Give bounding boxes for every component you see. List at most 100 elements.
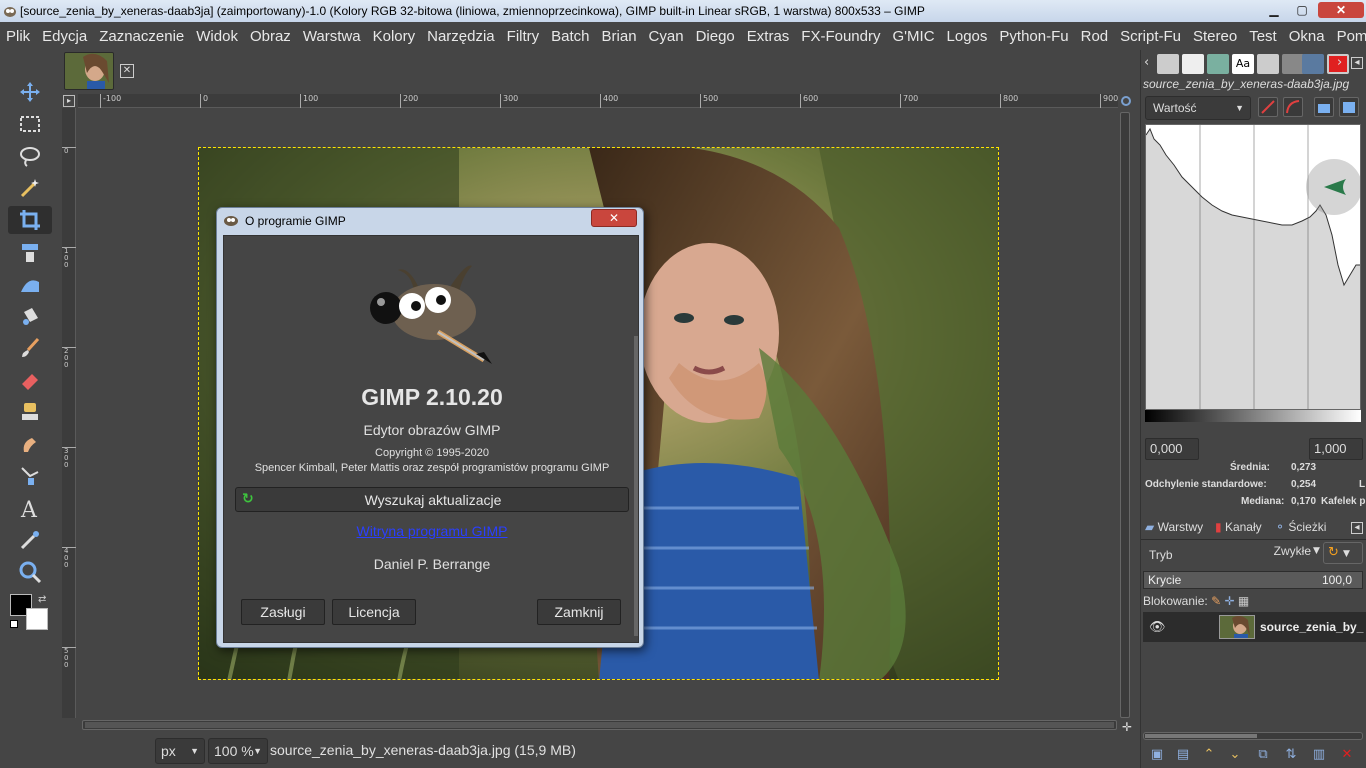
new-layer-icon[interactable]: ▣	[1147, 747, 1167, 765]
lock-pixels-icon[interactable]: ✎	[1211, 594, 1221, 608]
tool-options-tab-icon[interactable]	[1157, 54, 1179, 74]
eraser-tool-icon[interactable]	[8, 366, 52, 394]
close-button[interactable]: Zamknij	[537, 599, 621, 625]
histogram-channel-select[interactable]: Wartość ▼	[1145, 96, 1251, 120]
fuzzy-select-tool-icon[interactable]	[8, 174, 52, 202]
menu-obraz[interactable]: Obraz	[244, 28, 297, 45]
delete-layer-icon[interactable]: ✕	[1337, 747, 1357, 765]
linear-view-icon[interactable]	[1314, 97, 1334, 117]
horizontal-scrollbar[interactable]	[82, 720, 1117, 730]
raise-layer-icon[interactable]: ⌃	[1199, 747, 1219, 765]
menu-python-fu[interactable]: Python-Fu	[993, 28, 1074, 45]
chevron-down-icon[interactable]: ▼	[1313, 546, 1320, 556]
quick-mask-toggle-icon[interactable]: ▸	[63, 95, 75, 107]
menu-batch[interactable]: Batch	[545, 28, 595, 45]
check-updates-button[interactable]: ↻ Wyszukaj aktualizacje	[235, 487, 629, 512]
log-histogram-icon[interactable]	[1283, 97, 1303, 117]
menu-fx-foundry[interactable]: FX-Foundry	[795, 28, 886, 45]
images-tab-icon[interactable]	[1257, 54, 1279, 74]
composite-mode-icon[interactable]: ↻ ▼	[1323, 542, 1363, 564]
menu-kolory[interactable]: Kolory	[367, 28, 422, 45]
background-color-swatch[interactable]	[26, 608, 48, 630]
menu-script-fu[interactable]: Script-Fu	[1114, 28, 1187, 45]
menu-pomoc[interactable]: Pomoc	[1331, 28, 1366, 45]
license-button[interactable]: Licencja	[332, 599, 416, 625]
patterns-tab-icon[interactable]	[1282, 54, 1304, 74]
menu-brian[interactable]: Brian	[596, 28, 643, 45]
paintbrush-tool-icon[interactable]	[8, 334, 52, 362]
menu-diego[interactable]: Diego	[690, 28, 741, 45]
navigation-cross-icon[interactable]: ✛	[1122, 720, 1132, 734]
chevron-left-icon[interactable]: ‹	[1144, 55, 1149, 70]
add-mask-icon[interactable]: ▥	[1309, 747, 1329, 765]
menu-plik[interactable]: Plik	[0, 28, 36, 45]
maximize-button[interactable]: ▢	[1290, 2, 1314, 18]
reset-colors-icon[interactable]	[10, 620, 18, 628]
layers-scrollbar-thumb[interactable]	[1145, 734, 1257, 738]
website-link[interactable]: Witryna programu GIMP	[224, 523, 640, 539]
menu-narzedzia[interactable]: Narzędzia	[421, 28, 501, 45]
menu-rod[interactable]: Rod	[1075, 28, 1115, 45]
histogram-min-input[interactable]: 0,000	[1145, 438, 1199, 460]
unified-transform-tool-icon[interactable]	[8, 238, 52, 266]
menu-zaznaczenie[interactable]: Zaznaczenie	[93, 28, 190, 45]
device-status-tab-icon[interactable]	[1182, 54, 1204, 74]
menu-filtry[interactable]: Filtry	[501, 28, 546, 45]
menu-okna[interactable]: Okna	[1283, 28, 1331, 45]
rect-select-tool-icon[interactable]	[8, 110, 52, 138]
vertical-scrollbar[interactable]	[1120, 112, 1130, 718]
layers-menu-icon[interactable]: ◂	[1351, 522, 1363, 534]
smudge-tool-icon[interactable]	[8, 430, 52, 458]
duplicate-layer-icon[interactable]: ⧉	[1253, 747, 1273, 765]
layer-name[interactable]: source_zenia_by_	[1260, 620, 1363, 634]
swap-colors-icon[interactable]: ⇄	[38, 594, 46, 605]
vertical-ruler[interactable]: 0 1 0 0 2 0 0 3 0 0 4 0 0 5 0 0	[62, 108, 76, 718]
menu-test[interactable]: Test	[1243, 28, 1283, 45]
histogram-tab-icon[interactable]	[1302, 54, 1324, 74]
credits-button[interactable]: Zasługi	[241, 599, 325, 625]
warp-transform-tool-icon[interactable]	[8, 270, 52, 298]
horizontal-scrollbar-thumb[interactable]	[85, 722, 1114, 728]
layer-mode-select[interactable]: Zwykłe	[1251, 544, 1311, 558]
zoom-tool-icon[interactable]	[8, 558, 52, 586]
tab-channels[interactable]: ▮ Kanały	[1215, 520, 1262, 534]
close-window-button[interactable]: ✕	[1318, 2, 1364, 18]
linear-histogram-icon[interactable]	[1258, 97, 1278, 117]
move-tool-icon[interactable]	[8, 78, 52, 106]
menu-extras[interactable]: Extras	[741, 28, 796, 45]
visibility-eye-icon[interactable]: 👁	[1149, 620, 1166, 635]
minimize-button[interactable]: ▁	[1262, 2, 1286, 18]
menu-gmic[interactable]: G'MIC	[887, 28, 941, 45]
histogram-range-gradient[interactable]	[1145, 410, 1361, 422]
color-picker-tool-icon[interactable]	[8, 526, 52, 554]
opacity-slider[interactable]: Krycie 100,0	[1143, 571, 1363, 589]
tab-layers[interactable]: ▰ Warstwy	[1145, 520, 1203, 534]
tab-paths[interactable]: ⚬ Ścieżki	[1275, 520, 1326, 534]
free-select-tool-icon[interactable]	[8, 142, 52, 170]
horizontal-ruler[interactable]: -100 0 100 200 300 400 500 600 700 800 9…	[78, 94, 1118, 108]
new-layer-group-icon[interactable]: ▤	[1173, 747, 1193, 765]
layers-scrollbar[interactable]	[1143, 732, 1363, 740]
clone-tool-icon[interactable]	[8, 398, 52, 426]
menu-stereo[interactable]: Stereo	[1187, 28, 1243, 45]
histogram-max-input[interactable]: 1,000	[1309, 438, 1363, 460]
menu-logos[interactable]: Logos	[941, 28, 994, 45]
zoom-select[interactable]: 100 % ▼	[208, 738, 268, 764]
anchor-layer-icon[interactable]: ⇅	[1281, 747, 1301, 765]
navigate-icon[interactable]	[1121, 96, 1131, 106]
crop-tool-icon[interactable]	[8, 206, 52, 234]
log-view-icon[interactable]	[1339, 97, 1359, 117]
dialog-close-icon[interactable]: ✕	[591, 209, 637, 227]
menu-edycja[interactable]: Edycja	[36, 28, 93, 45]
unit-select[interactable]: px ▼	[155, 738, 205, 764]
lower-layer-icon[interactable]: ⌄	[1225, 747, 1245, 765]
layer-row[interactable]: 👁 source_zenia_by_	[1143, 612, 1366, 642]
text-tool-icon[interactable]: A	[8, 494, 52, 522]
lock-position-icon[interactable]: ✛	[1224, 594, 1234, 608]
undo-history-tab-icon[interactable]	[1207, 54, 1229, 74]
histogram-graph[interactable]	[1145, 124, 1361, 410]
dock-menu-icon[interactable]: ◂	[1351, 57, 1363, 69]
bucket-fill-tool-icon[interactable]	[8, 302, 52, 330]
chevron-right-icon[interactable]: ›	[1337, 55, 1342, 70]
paths-tool-icon[interactable]	[8, 462, 52, 490]
